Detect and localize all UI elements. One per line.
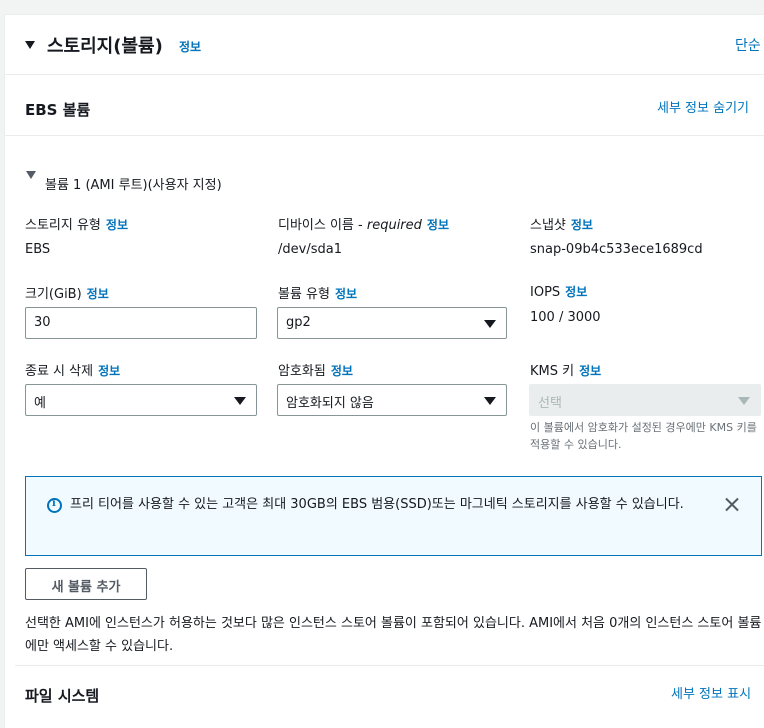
snapshot-value: snap-09b4c533ece1689cd: [530, 242, 703, 257]
volume-type-selected: gp2: [286, 315, 311, 330]
delete-on-termination-info-link[interactable]: 정보: [98, 364, 120, 378]
device-name-label-text: 디바이스 이름 -: [278, 218, 367, 233]
delete-on-termination-selected: 예: [34, 396, 46, 411]
iops-info-link[interactable]: 정보: [565, 285, 587, 299]
storage-section-title[interactable]: 스토리지(볼륨): [47, 32, 163, 58]
delete-on-termination-label-text: 종료 시 삭제: [25, 364, 94, 379]
ebs-volumes-header: EBS 볼륨 세부 정보 숨기기: [5, 75, 764, 136]
dropdown-arrow-icon: [484, 320, 496, 328]
encrypted-label-text: 암호화됨: [278, 364, 326, 379]
encrypted-label: 암호화됨 정보: [278, 360, 353, 379]
caret-down-icon[interactable]: [25, 41, 35, 49]
iops-label-text: IOPS: [530, 285, 561, 300]
snapshot-label-text: 스냅샷: [530, 218, 566, 233]
storage-type-info-link[interactable]: 정보: [106, 218, 128, 232]
size-label-text: 크기(GiB): [25, 287, 82, 302]
kms-key-label-text: KMS 키: [530, 364, 575, 379]
kms-key-placeholder: 선택: [538, 396, 562, 411]
instance-store-note: 선택한 AMI에 인스턴스가 허용하는 것보다 많은 인스턴스 스토어 볼륨이 …: [25, 616, 762, 654]
free-tier-alert-text: 프리 티어를 사용할 수 있는 고객은 최대 30GB의 EBS 범용(SSD)…: [70, 497, 684, 512]
storage-section-header: 스토리지(볼륨) 정보 단순: [5, 15, 764, 75]
divider: [15, 665, 764, 666]
size-label: 크기(GiB) 정보: [25, 283, 109, 302]
free-tier-alert: 프리 티어를 사용할 수 있는 고객은 최대 30GB의 EBS 범용(SSD)…: [25, 476, 762, 556]
dropdown-arrow-icon: [484, 397, 496, 405]
size-info-link[interactable]: 정보: [87, 287, 109, 301]
kms-key-label: KMS 키 정보: [530, 360, 601, 379]
close-icon[interactable]: [720, 493, 744, 517]
kms-key-hint: 이 볼륨에서 암호화가 설정된 경우에만 KMS 키를 적용할 수 있습니다.: [530, 421, 757, 451]
volume-type-select[interactable]: gp2: [277, 307, 507, 339]
show-details-link[interactable]: 세부 정보 표시: [671, 683, 751, 702]
device-name-label: 디바이스 이름 - required 정보: [278, 214, 449, 233]
volume-caret-icon[interactable]: [26, 171, 36, 179]
file-system-title: 파일 시스템: [25, 687, 100, 705]
info-circle-icon: [47, 498, 62, 513]
ebs-volumes-title: EBS 볼륨: [25, 101, 91, 119]
storage-type-label: 스토리지 유형 정보: [25, 214, 128, 233]
iops-value: 100 / 3000: [530, 310, 601, 325]
snapshot-label: 스냅샷 정보: [530, 214, 593, 233]
snapshot-info-link[interactable]: 정보: [571, 218, 593, 232]
dropdown-arrow-icon: [738, 397, 750, 405]
volume-type-label-text: 볼륨 유형: [278, 287, 330, 302]
size-input[interactable]: 30: [25, 307, 257, 339]
hide-details-link[interactable]: 세부 정보 숨기기: [657, 97, 749, 116]
device-name-info-link[interactable]: 정보: [427, 218, 449, 232]
kms-key-info-link[interactable]: 정보: [579, 364, 601, 378]
device-name-value: /dev/sda1: [278, 242, 342, 257]
dropdown-arrow-icon: [234, 397, 246, 405]
storage-info-link[interactable]: 정보: [179, 38, 201, 55]
iops-label: IOPS 정보: [530, 283, 587, 300]
encrypted-select[interactable]: 암호화되지 않음: [277, 384, 507, 416]
storage-type-label-text: 스토리지 유형: [25, 218, 101, 233]
storage-type-value: EBS: [25, 242, 51, 257]
volume-type-label: 볼륨 유형 정보: [278, 283, 357, 302]
storage-panel: 스토리지(볼륨) 정보 단순 EBS 볼륨 세부 정보 숨기기 볼륨 1 (AM…: [4, 14, 764, 728]
add-volume-button[interactable]: 새 볼륨 추가: [25, 568, 147, 600]
volume-title[interactable]: 볼륨 1 (AMI 루트)(사용자 지정): [45, 174, 222, 193]
device-name-required: required: [366, 218, 422, 233]
delete-on-termination-select[interactable]: 예: [25, 384, 257, 416]
delete-on-termination-label: 종료 시 삭제 정보: [25, 360, 120, 379]
encrypted-info-link[interactable]: 정보: [331, 364, 353, 378]
encrypted-selected: 암호화되지 않음: [286, 396, 374, 411]
kms-key-select[interactable]: 선택: [529, 384, 761, 416]
volume-type-info-link[interactable]: 정보: [335, 287, 357, 301]
simple-view-link[interactable]: 단순: [735, 35, 761, 55]
